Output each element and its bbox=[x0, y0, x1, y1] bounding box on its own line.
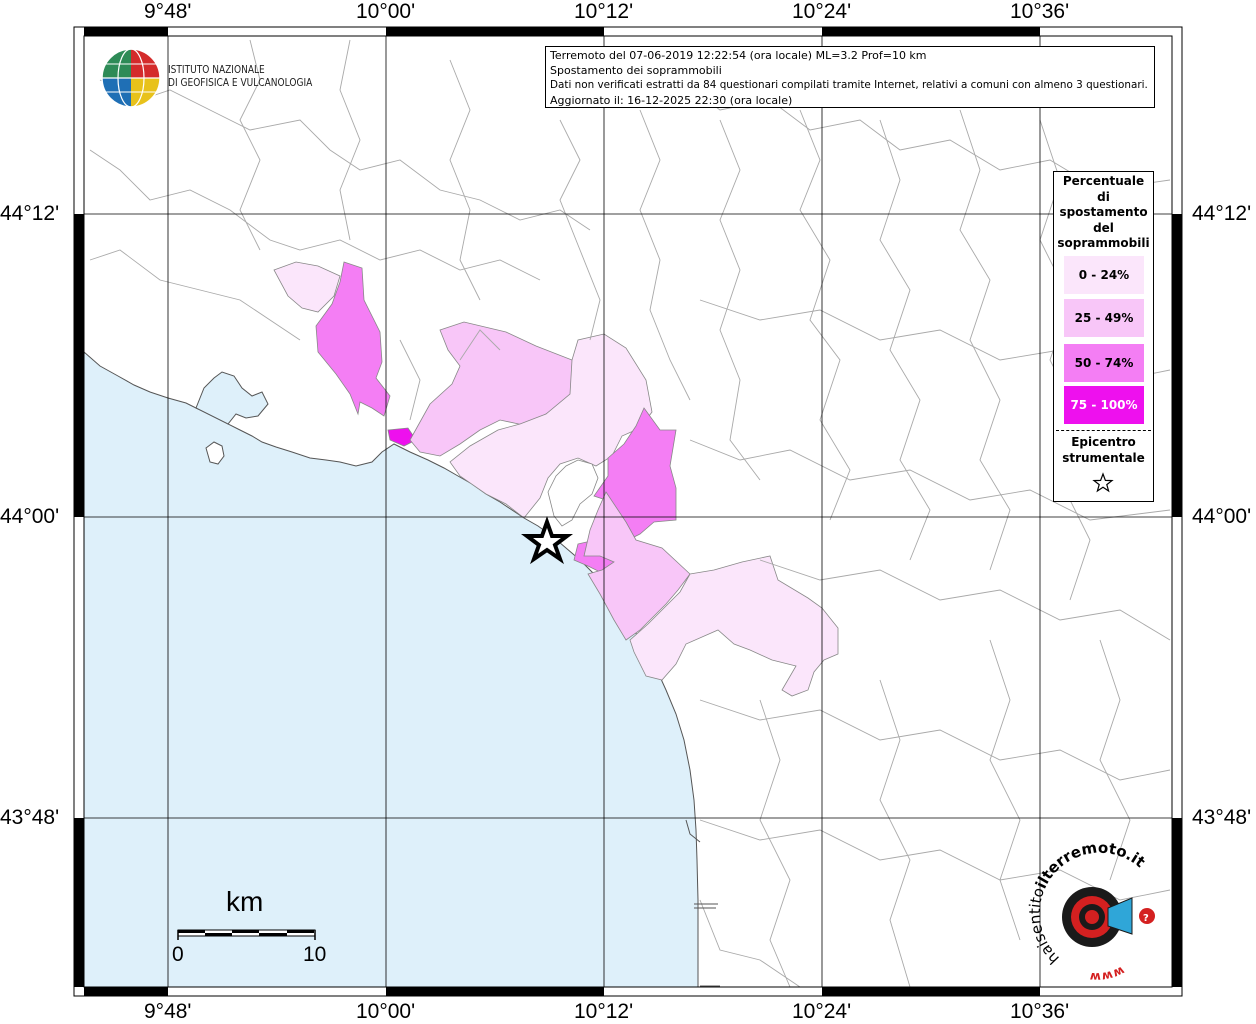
legend-class-0: 0 - 24% bbox=[1064, 256, 1144, 294]
legend-epicenter-label: Epicentro strumentale bbox=[1054, 434, 1153, 466]
badge-text-layer: haisentitoilterremoto.it www bbox=[1026, 839, 1149, 985]
lat-label-left-3: 43°48' bbox=[0, 806, 60, 829]
event-info-line-4: Aggiornato il: 16-12-2025 22:30 (ora loc… bbox=[550, 94, 793, 107]
lon-label-bottom-1: 9°48' bbox=[144, 1000, 192, 1023]
badge-text-top: haisentito bbox=[1026, 885, 1063, 968]
legend-class-3: 75 - 100% bbox=[1064, 386, 1144, 424]
lat-label-left-2: 44°00' bbox=[0, 505, 60, 528]
lat-label-right-2: 44°00' bbox=[1192, 505, 1252, 528]
legend-title-line-2: di bbox=[1097, 189, 1110, 204]
legend-title: Percentuale di spostamento del soprammob… bbox=[1054, 174, 1153, 252]
lon-label-bottom-2: 10°00' bbox=[356, 1000, 416, 1023]
lon-label-top-5: 10°36' bbox=[1010, 0, 1070, 23]
legend-epicenter-line-2: strumentale bbox=[1062, 451, 1145, 465]
ingv-line-1: ISTITUTO NAZIONALE bbox=[168, 64, 265, 76]
lon-label-top-4: 10°24' bbox=[792, 0, 852, 23]
intensity-map: ? haisentitoilterremoto.it www 9°48' 10°… bbox=[0, 0, 1256, 1024]
lat-label-left-1: 44°12' bbox=[0, 202, 60, 225]
scale-unit-label: km bbox=[226, 886, 264, 917]
lon-label-bottom-5: 10°36' bbox=[1010, 1000, 1070, 1023]
svg-text:haisentitoilterremoto.it: haisentitoilterremoto.it bbox=[1026, 839, 1149, 968]
badge-text-bottom: www bbox=[1090, 964, 1127, 985]
legend-title-line-5: soprammobili bbox=[1057, 236, 1150, 250]
event-info-line-2: Spostamento dei soprammobili bbox=[550, 64, 722, 77]
lon-label-top-2: 10°00' bbox=[356, 0, 416, 23]
legend-class-1: 25 - 49% bbox=[1064, 299, 1144, 337]
event-info-line-3: Dati non verificati estratti da 84 quest… bbox=[550, 79, 1148, 91]
lat-label-right-3: 43°48' bbox=[1192, 806, 1252, 829]
legend-title-line-1: Percentuale bbox=[1062, 174, 1145, 188]
lon-label-top-3: 10°12' bbox=[574, 0, 634, 23]
svg-text:www: www bbox=[1090, 964, 1127, 985]
legend-star-icon bbox=[1092, 472, 1114, 493]
event-info-line-1: Terremoto del 07-06-2019 12:22:54 (ora l… bbox=[550, 49, 927, 62]
lon-label-top-1: 9°48' bbox=[144, 0, 192, 23]
lat-label-right-1: 44°12' bbox=[1192, 202, 1252, 225]
event-info-box: Terremoto del 07-06-2019 12:22:54 (ora l… bbox=[545, 46, 1155, 108]
legend-title-line-4: del bbox=[1093, 220, 1114, 235]
legend-title-line-3: spostamento bbox=[1059, 205, 1148, 219]
legend-panel: Percentuale di spostamento del soprammob… bbox=[1053, 171, 1154, 502]
legend-class-2: 50 - 74% bbox=[1064, 344, 1144, 382]
lon-label-bottom-3: 10°12' bbox=[574, 1000, 634, 1023]
lon-label-bottom-4: 10°24' bbox=[792, 1000, 852, 1023]
legend-epicenter-line-1: Epicentro bbox=[1071, 435, 1136, 449]
ingv-institute-name: ISTITUTO NAZIONALE DI GEOFISICA E VULCAN… bbox=[168, 64, 312, 90]
ingv-line-2: DI GEOFISICA E VULCANOLOGIA bbox=[168, 77, 313, 89]
scale-tick-0: 0 bbox=[172, 943, 184, 966]
scale-tick-10: 10 bbox=[303, 943, 327, 966]
badge-text-mid: ilterremoto.it bbox=[1032, 839, 1149, 892]
legend-separator bbox=[1056, 430, 1151, 431]
